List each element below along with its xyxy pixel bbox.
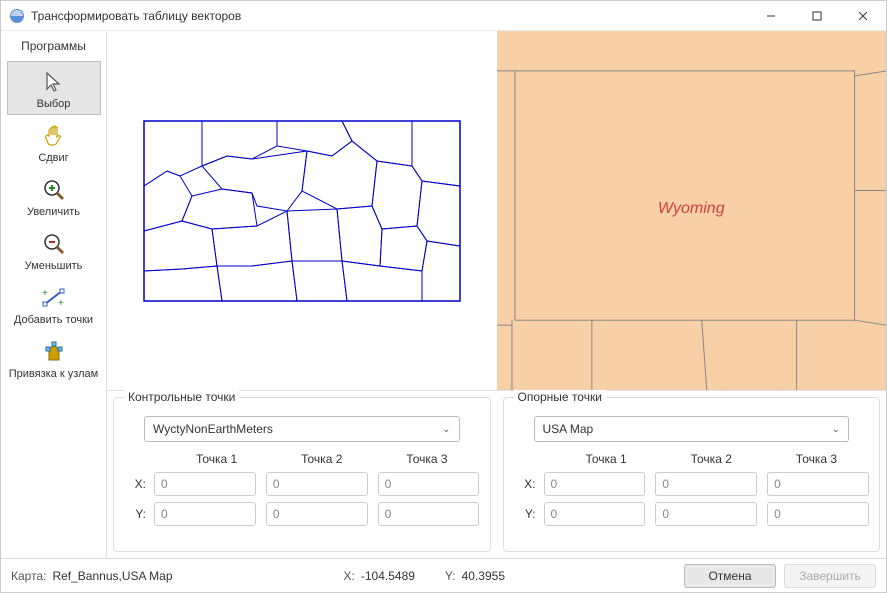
- ref-y3-input[interactable]: [767, 502, 869, 526]
- panel-title: Контрольные точки: [124, 390, 239, 404]
- row-label-x: X:: [124, 477, 154, 491]
- tool-select[interactable]: Выбор: [7, 61, 101, 115]
- sidebar-header: Программы: [21, 35, 86, 61]
- control-points-panel: Контрольные точки WyctyNonEarthMeters ⌄ …: [113, 397, 491, 552]
- ref-x2-input[interactable]: [655, 472, 757, 496]
- tool-label: Сдвиг: [38, 152, 68, 164]
- status-map-value: Ref_Bannus,USA Map: [52, 569, 172, 583]
- col-header: Точка 2: [659, 452, 764, 466]
- reference-layer-dropdown[interactable]: USA Map ⌄: [534, 416, 850, 442]
- status-x-label: X:: [344, 569, 355, 583]
- zoom-in-icon: [40, 176, 68, 204]
- tool-label: Уменьшить: [25, 260, 83, 272]
- col-header: Точка 1: [554, 452, 659, 466]
- tool-label: Увеличить: [27, 206, 80, 218]
- tool-label: Выбор: [37, 98, 71, 110]
- chevron-down-icon: ⌄: [832, 424, 840, 435]
- ref-x3-input[interactable]: [767, 472, 869, 496]
- map-region-label: Wyoming: [658, 200, 725, 218]
- chevron-down-icon: ⌄: [442, 424, 450, 435]
- tool-zoom-out[interactable]: Уменьшить: [7, 223, 101, 277]
- ctrl-y2-input[interactable]: [266, 502, 368, 526]
- svg-text:+: +: [42, 288, 48, 299]
- status-map-label: Карта:: [11, 569, 46, 583]
- row-label-y: Y:: [124, 507, 154, 521]
- ctrl-x1-input[interactable]: [154, 472, 256, 496]
- col-header: Точка 3: [764, 452, 869, 466]
- zoom-out-icon: [40, 230, 68, 258]
- window-title: Трансформировать таблицу векторов: [31, 9, 748, 23]
- tool-add-points[interactable]: ++ Добавить точки: [7, 277, 101, 331]
- col-header: Точка 3: [374, 452, 479, 466]
- app-icon: [9, 8, 25, 24]
- ctrl-x3-input[interactable]: [378, 472, 480, 496]
- hand-icon: [40, 122, 68, 150]
- svg-text:+: +: [58, 298, 64, 309]
- ctrl-y3-input[interactable]: [378, 502, 480, 526]
- sidebar: Программы Выбор Сдвиг Увеличить Уменьшит…: [1, 31, 107, 558]
- status-y-value: 40.3955: [462, 569, 505, 583]
- add-points-icon: ++: [40, 284, 68, 312]
- tool-snap-nodes[interactable]: Привязка к узлам: [7, 331, 101, 385]
- tool-label: Привязка к узлам: [9, 368, 99, 380]
- titlebar: Трансформировать таблицу векторов: [1, 1, 886, 31]
- map-left-canvas[interactable]: [107, 31, 497, 390]
- minimize-button[interactable]: [748, 1, 794, 31]
- panel-title: Опорные точки: [514, 390, 606, 404]
- status-x-value: -104.5489: [361, 569, 415, 583]
- tool-pan[interactable]: Сдвиг: [7, 115, 101, 169]
- control-layer-dropdown[interactable]: WyctyNonEarthMeters ⌄: [144, 416, 460, 442]
- row-label-y: Y:: [514, 507, 544, 521]
- snap-nodes-icon: [40, 338, 68, 366]
- finish-button[interactable]: Завершить: [784, 564, 876, 588]
- ref-y2-input[interactable]: [655, 502, 757, 526]
- ctrl-y1-input[interactable]: [154, 502, 256, 526]
- cursor-icon: [40, 68, 68, 96]
- reference-points-panel: Опорные точки USA Map ⌄ Точка 1 Точка 2 …: [503, 397, 881, 552]
- ref-y1-input[interactable]: [544, 502, 646, 526]
- row-label-x: X:: [514, 477, 544, 491]
- tool-zoom-in[interactable]: Увеличить: [7, 169, 101, 223]
- col-header: Точка 2: [269, 452, 374, 466]
- cancel-button[interactable]: Отмена: [684, 564, 776, 588]
- status-y-label: Y:: [445, 569, 456, 583]
- ref-x1-input[interactable]: [544, 472, 646, 496]
- tool-label: Добавить точки: [14, 314, 93, 326]
- maximize-button[interactable]: [794, 1, 840, 31]
- ctrl-x2-input[interactable]: [266, 472, 368, 496]
- statusbar: Карта: Ref_Bannus,USA Map X: -104.5489 Y…: [1, 558, 886, 592]
- col-header: Точка 1: [164, 452, 269, 466]
- close-button[interactable]: [840, 1, 886, 31]
- map-right-canvas[interactable]: Wyoming: [497, 31, 887, 390]
